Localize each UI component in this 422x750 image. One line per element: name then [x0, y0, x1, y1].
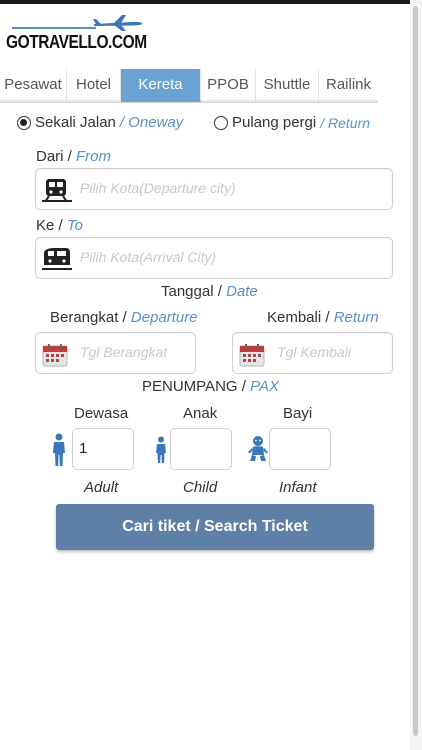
passenger-heading: PENUMPANG / PAX [142, 378, 279, 395]
logo-swoosh-line [12, 27, 96, 29]
adult-count-field[interactable] [72, 428, 134, 470]
service-tabs: Pesawat Hotel Kereta PPOB Shuttle Railin… [0, 69, 422, 103]
oneway-option[interactable]: Sekali Jalan / Oneway [17, 114, 183, 131]
departure-date-label: Berangkat / Departure [50, 309, 198, 326]
brand-name: GOTRAVELLO.COM [6, 32, 147, 52]
passenger-heading-en: PAX [250, 378, 279, 395]
infant-label-en: Infant [279, 479, 317, 496]
scrollbar-thumb[interactable] [413, 6, 418, 736]
tab-pesawat[interactable]: Pesawat [0, 69, 67, 102]
adult-person-icon [53, 433, 65, 466]
adult-label-en: Adult [84, 479, 119, 496]
search-ticket-button[interactable]: Cari tiket / Search Ticket [56, 504, 374, 550]
tab-kereta[interactable]: Kereta [121, 69, 201, 102]
to-label-en: To [66, 217, 83, 234]
return-date-field[interactable] [232, 332, 393, 374]
tab-railink[interactable]: Railink [319, 69, 378, 102]
brand-logo[interactable]: GOTRAVELLO.COM [6, 14, 156, 56]
from-city-input[interactable] [80, 180, 380, 196]
child-count-field[interactable] [170, 428, 232, 470]
departure-date-field[interactable] [35, 332, 196, 374]
calendar-icon [42, 344, 68, 367]
return-date-label: Kembali / Return [267, 309, 379, 326]
child-count-input[interactable] [177, 440, 227, 457]
infant-label: Bayi [283, 405, 313, 422]
adult-label: Dewasa [74, 405, 129, 422]
to-city-field[interactable] [35, 237, 393, 279]
oneway-radio[interactable] [17, 115, 31, 130]
infant-count-field[interactable] [269, 428, 331, 470]
baby-icon [248, 436, 268, 461]
date-heading-en: Date [226, 283, 258, 300]
return-date-input[interactable] [277, 344, 387, 360]
child-label-en: Child [183, 479, 218, 496]
infant-count-input[interactable] [276, 440, 326, 457]
adult-count-input[interactable] [79, 440, 129, 457]
from-label: Dari / From [36, 148, 112, 165]
return-date-label-en: Return [333, 309, 379, 326]
child-person-icon [156, 436, 166, 463]
tab-hotel[interactable]: Hotel [67, 69, 121, 102]
airplane-icon [93, 15, 142, 31]
train-icon [42, 248, 72, 270]
train-icon [42, 179, 72, 203]
oneway-label-en: / Oneway [119, 114, 184, 131]
departure-date-input[interactable] [80, 344, 190, 360]
tab-shuttle[interactable]: Shuttle [256, 69, 319, 102]
return-label-en: / Return [320, 114, 371, 131]
from-city-field[interactable] [35, 168, 393, 210]
to-city-input[interactable] [80, 249, 380, 265]
to-label: Ke / To [36, 217, 83, 234]
child-label: Anak [183, 405, 218, 422]
date-heading: Tanggal / Date [161, 283, 258, 300]
return-label: Pulang pergi [232, 114, 317, 131]
calendar-icon [239, 344, 265, 367]
oneway-label: Sekali Jalan [35, 114, 116, 131]
from-label-en: From [76, 148, 112, 165]
return-radio[interactable] [214, 115, 228, 130]
tab-ppob[interactable]: PPOB [201, 69, 256, 102]
departure-date-label-en: Departure [130, 309, 198, 326]
tabs-divider [0, 102, 378, 103]
window-top-bar [0, 0, 422, 4]
return-option[interactable]: Pulang pergi / Return [214, 114, 370, 131]
